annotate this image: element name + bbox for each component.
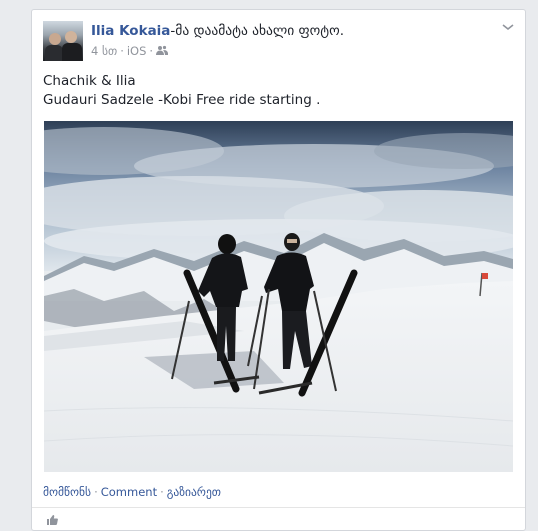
action-separator: · [94, 485, 98, 499]
share-link[interactable]: გაზიარეთ [167, 485, 221, 499]
post-text: Chachik & Ilia Gudauri Sadzele -Kobi Fre… [43, 72, 320, 110]
post-card: Ilia Kokaia-მა დაამატა ახალი ფოტო. 4 სთ ·… [31, 9, 526, 531]
post-platform: iOS [126, 44, 147, 58]
meta-separator: · [149, 44, 154, 58]
like-link[interactable]: მომწონს [43, 485, 91, 499]
chevron-down-icon[interactable] [501, 22, 515, 32]
post-text-line: Gudauri Sadzele -Kobi Free ride starting… [43, 92, 321, 108]
comment-link[interactable]: Comment [101, 485, 157, 499]
post-photo[interactable] [44, 121, 513, 472]
post-timestamp[interactable]: 4 სთ [91, 44, 117, 58]
thumbs-up-icon [47, 515, 58, 525]
friends-icon[interactable] [156, 44, 169, 58]
author-name-link[interactable]: Ilia Kokaia [91, 23, 170, 39]
post-header: Ilia Kokaia-მა დაამატა ახალი ფოტო. [91, 23, 344, 39]
author-avatar[interactable] [43, 21, 83, 61]
action-separator: · [160, 485, 164, 499]
post-actions: მომწონს · Comment · გაზიარეთ [43, 485, 221, 499]
post-text-line: Chachik & Ilia [43, 73, 136, 89]
post-action-text: -მა დაამატა ახალი ფოტო. [170, 23, 345, 39]
footer-divider [32, 507, 525, 508]
post-meta: 4 სთ · iOS · [91, 44, 169, 58]
meta-separator: · [120, 44, 124, 58]
